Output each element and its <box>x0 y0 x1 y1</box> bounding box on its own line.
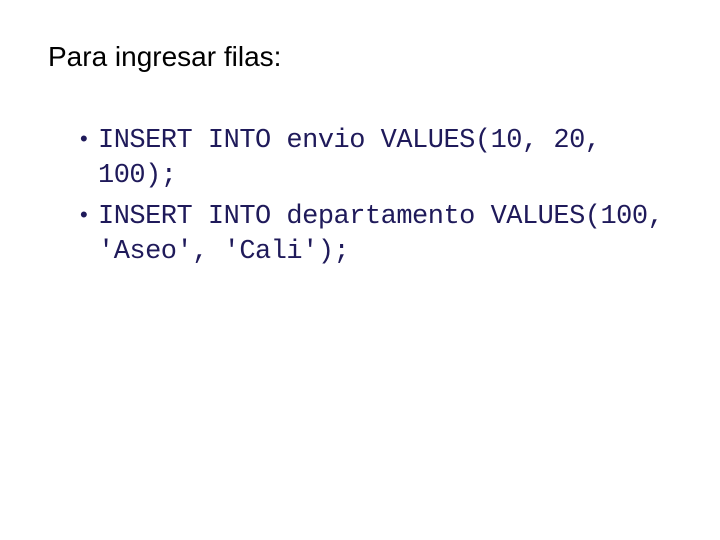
list-item-text: INSERT INTO envio VALUES(10, 20, 100); <box>98 126 600 191</box>
slide-title: Para ingresar filas: <box>48 40 672 74</box>
content-list: •INSERT INTO envio VALUES(10, 20, 100); … <box>48 124 672 270</box>
slide: Para ingresar filas: •INSERT INTO envio … <box>0 0 720 540</box>
list-item-text: INSERT INTO departamento VALUES(100, 'As… <box>98 202 663 267</box>
bullet-icon: • <box>80 125 98 154</box>
list-item: •INSERT INTO envio VALUES(10, 20, 100); <box>80 124 672 194</box>
bullet-icon: • <box>80 201 98 230</box>
list-item: •INSERT INTO departamento VALUES(100, 'A… <box>80 200 672 270</box>
